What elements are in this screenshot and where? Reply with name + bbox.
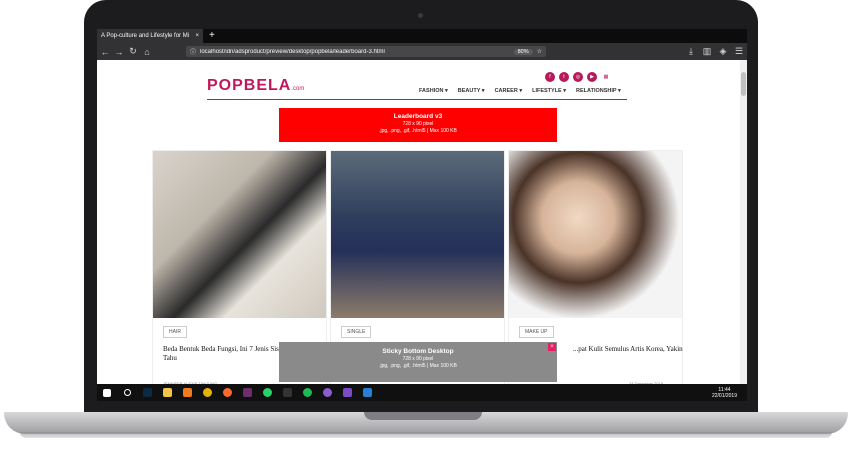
xampp-icon[interactable] [177, 384, 197, 401]
article-image-men[interactable] [331, 151, 504, 318]
forward-icon[interactable]: → [114, 47, 124, 57]
system-clock[interactable]: 11:44 22/01/2019 [712, 387, 747, 399]
download-icon[interactable]: ⤓ [686, 46, 696, 57]
menu-item-fashion[interactable]: FASHION ▾ [419, 88, 448, 94]
sticky-size: 728 x 90 pixel [402, 356, 434, 362]
logo-suffix: .com [291, 86, 305, 92]
toolbar-icons: ⤓ ▥ ◈ ☰ [686, 46, 744, 57]
sticky-bottom-ad[interactable]: × Sticky Bottom Desktop 728 x 90 pixel .… [279, 342, 557, 382]
library-icon[interactable]: ▥ [702, 46, 712, 57]
reload-icon[interactable]: ↻ [128, 46, 138, 57]
browser-tab[interactable]: A Pop-culture and Lifestyle for Mi × [97, 29, 203, 43]
menu-item-lifestyle[interactable]: LIFESTYLE ▾ [532, 88, 566, 94]
laptop-shadow [20, 432, 832, 438]
youtube-icon[interactable]: ▶ [587, 72, 597, 82]
header-divider [207, 99, 627, 100]
search-icon[interactable] [117, 384, 137, 401]
leaderboard-title: Leaderboard v3 [393, 113, 443, 120]
leaderboard-ad[interactable]: Leaderboard v3 728 x 90 pixel .jpg, .png… [279, 108, 557, 142]
article-image-brush[interactable] [153, 151, 326, 318]
start-icon[interactable] [97, 384, 117, 401]
app-icon[interactable] [357, 384, 377, 401]
scrollbar-thumb[interactable] [741, 72, 746, 96]
logo-text: POPBELA [207, 77, 292, 94]
app-icon[interactable] [317, 384, 337, 401]
facebook-icon[interactable]: f [545, 72, 555, 82]
grid-menu-icon[interactable]: ▦ [601, 72, 611, 82]
twitter-icon[interactable]: t [559, 72, 569, 82]
leaderboard-formats: .jpg, .png, .gif, .html5 | Max 100 KB [379, 128, 457, 134]
menu-icon[interactable]: ☰ [734, 46, 744, 57]
main-menu: FASHION ▾ BEAUTY ▾ CAREER ▾ LIFESTYLE ▾ … [419, 88, 621, 94]
app-icon[interactable] [277, 384, 297, 401]
clock-date: 22/01/2019 [711, 392, 737, 399]
screen: A Pop-culture and Lifestyle for Mi × + ←… [97, 29, 747, 401]
browser-toolbar: ← → ↻ ⌂ ⓘ localhost/idn/adsproduct/previ… [97, 43, 747, 60]
chrome-icon[interactable] [197, 384, 217, 401]
article-image-woman[interactable] [509, 151, 682, 318]
web-page: POPBELA.com f t ◎ ▶ ▦ FASHION ▾ BEAUTY ▾… [97, 60, 747, 401]
menu-item-career[interactable]: CAREER ▾ [495, 88, 523, 94]
laptop-frame: A Pop-culture and Lifestyle for Mi × + ←… [0, 0, 860, 475]
category-tag[interactable]: HAIR [163, 326, 187, 338]
article-title[interactable]: ...pat Kulit Semulus Artis Korea, Yakin [573, 345, 728, 354]
extension-icon[interactable]: ◈ [718, 46, 728, 57]
sticky-formats: .jpg, .png, .gif, .html5 | Max 100 KB [379, 363, 457, 369]
sticky-title: Sticky Bottom Desktop [382, 348, 454, 355]
new-tab-button[interactable]: + [203, 29, 221, 43]
menu-item-beauty[interactable]: BEAUTY ▾ [458, 88, 485, 94]
vertical-scrollbar[interactable] [740, 60, 747, 401]
back-icon[interactable]: ← [100, 47, 110, 57]
home-icon[interactable]: ⌂ [142, 47, 152, 57]
file-explorer-icon[interactable] [157, 384, 177, 401]
instagram-icon[interactable]: ◎ [573, 72, 583, 82]
close-icon[interactable]: × [548, 343, 556, 351]
slack-icon[interactable] [237, 384, 257, 401]
tab-close-icon[interactable]: × [195, 29, 199, 43]
menu-item-relationship[interactable]: RELATIONSHIP ▾ [576, 88, 621, 94]
browser-tab-bar: A Pop-culture and Lifestyle for Mi × + [97, 29, 747, 43]
info-icon[interactable]: ⓘ [190, 47, 196, 56]
leaderboard-size: 728 x 90 pixel [402, 121, 434, 127]
windows-taskbar: 11:44 22/01/2019 [97, 384, 747, 401]
social-icons: f t ◎ ▶ ▦ [545, 72, 611, 82]
whatsapp-icon[interactable] [257, 384, 277, 401]
url-text: localhost/idn/adsproduct/preview/desktop… [200, 48, 385, 55]
spotify-icon[interactable] [297, 384, 317, 401]
site-logo[interactable]: POPBELA.com [207, 77, 304, 95]
category-tag[interactable]: MAKE UP [519, 326, 554, 338]
photoshop-icon[interactable] [137, 384, 157, 401]
tab-title: A Pop-culture and Lifestyle for Mi [101, 33, 190, 39]
address-bar[interactable]: ⓘ localhost/idn/adsproduct/preview/deskt… [186, 46, 546, 57]
webcam [418, 13, 423, 18]
category-tag[interactable]: SINGLE [341, 326, 372, 338]
zoom-badge[interactable]: 80% [513, 48, 533, 55]
bookmark-star-icon[interactable]: ☆ [537, 48, 542, 55]
firefox-icon[interactable] [217, 384, 237, 401]
app-icon[interactable] [337, 384, 357, 401]
laptop-notch [364, 412, 482, 420]
